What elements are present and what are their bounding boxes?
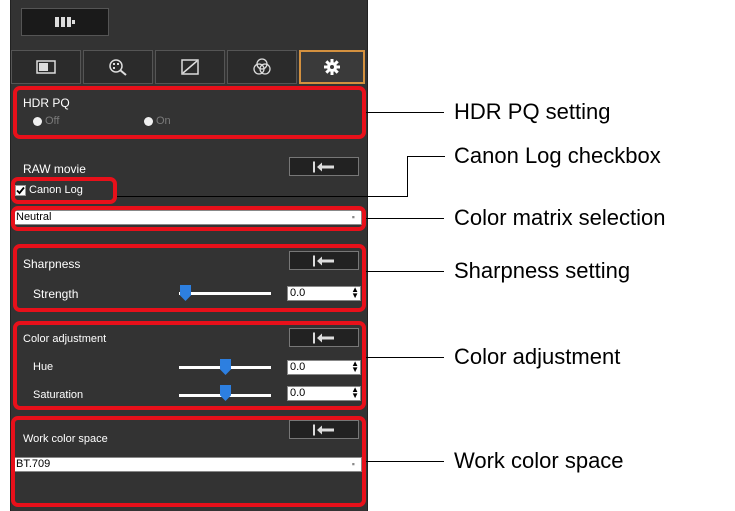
color-matrix-highlight <box>11 206 366 231</box>
color-circles-icon <box>253 58 271 75</box>
raw-reset-button[interactable] <box>289 157 359 176</box>
canon-log-callout-top <box>407 156 445 157</box>
settings-tab[interactable] <box>299 50 365 84</box>
hdr-pq-highlight <box>13 86 366 139</box>
matrix-callout: Color matrix selection <box>454 205 666 230</box>
gear-icon <box>324 59 340 75</box>
hdr-callout-line <box>366 112 444 113</box>
canon-log-callout-vertical <box>407 156 408 197</box>
canon-log-callout-line <box>117 196 407 197</box>
tone-curve-icon <box>181 59 199 75</box>
work-space-callout: Work color space <box>454 448 624 473</box>
color-adjustment-highlight <box>13 321 366 410</box>
hdr-callout: HDR PQ setting <box>454 99 611 124</box>
noise-tab[interactable] <box>83 50 153 84</box>
color-adj-callout-line <box>366 357 444 358</box>
tone-tab[interactable] <box>155 50 225 84</box>
image-tab[interactable] <box>11 50 81 84</box>
sharpness-highlight <box>13 244 366 312</box>
color-adj-callout: Color adjustment <box>454 344 621 369</box>
matrix-callout-line <box>366 218 444 219</box>
sharpness-callout: Sharpness setting <box>454 258 631 283</box>
canon-log-callout: Canon Log checkbox <box>454 143 661 168</box>
reset-arrow-icon <box>313 161 334 172</box>
film-strip-icon <box>55 17 75 27</box>
sharpness-callout-line <box>366 271 444 272</box>
work-color-space-highlight <box>11 416 366 507</box>
magnifier-grid-icon <box>109 59 127 76</box>
canon-log-highlight <box>11 177 117 204</box>
image-icon <box>36 60 56 74</box>
tool-tabs <box>11 50 367 84</box>
work-space-callout-line <box>366 461 444 462</box>
color-tab[interactable] <box>227 50 297 84</box>
raw-movie-title: RAW movie <box>23 162 86 176</box>
film-strip-button[interactable] <box>21 8 109 36</box>
